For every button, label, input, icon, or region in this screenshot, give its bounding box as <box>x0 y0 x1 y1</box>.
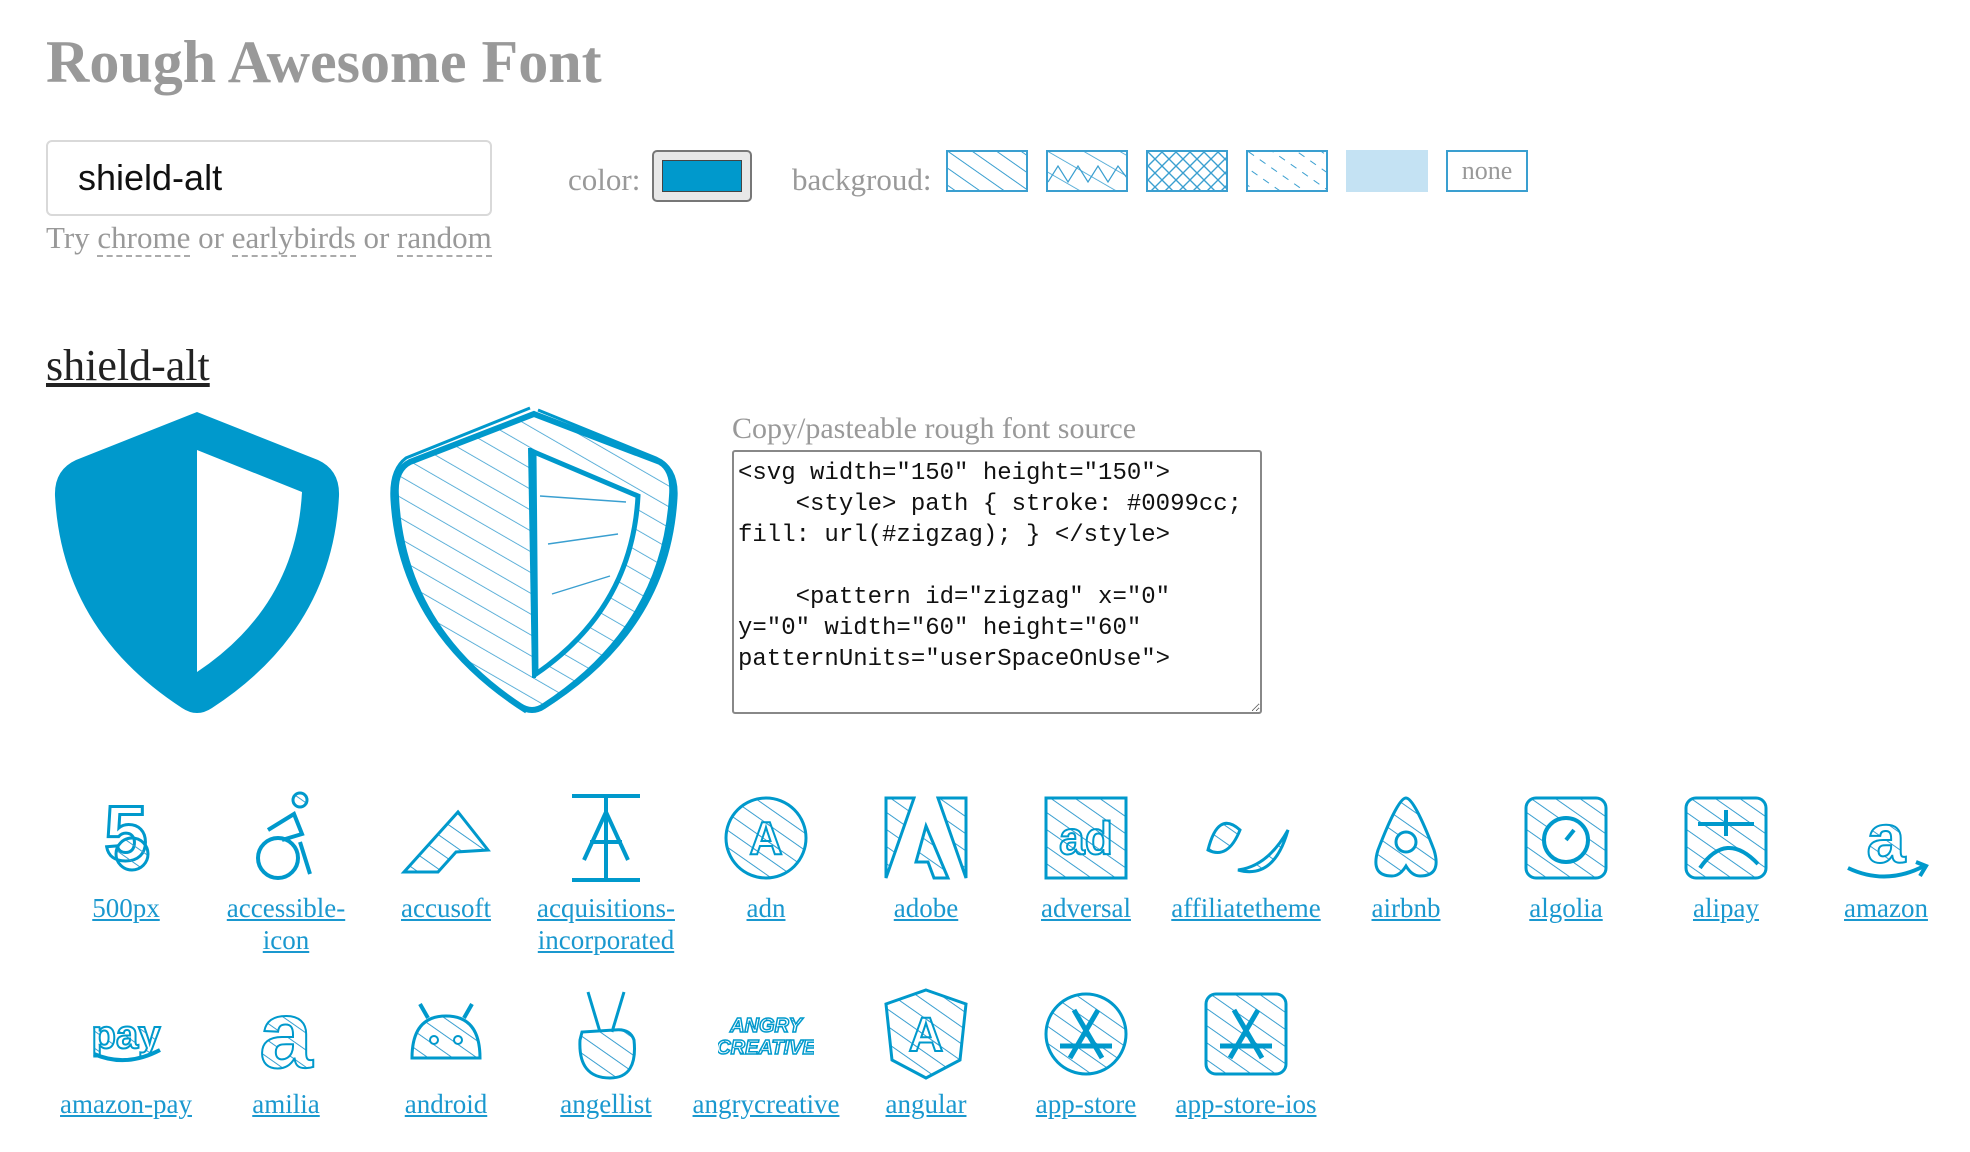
source-code-textarea[interactable]: <svg width="150" height="150"> <style> p… <box>732 450 1262 714</box>
app-store-ios-icon <box>1204 992 1288 1076</box>
svg-text:ad: ad <box>1059 812 1113 864</box>
icon-item-adn[interactable]: Aadn <box>686 790 846 924</box>
icon-label: accusoft <box>401 893 491 923</box>
hint-link-random[interactable]: random <box>397 220 492 257</box>
background-option-hachure[interactable] <box>946 150 1028 192</box>
icon-item-app-store-ios[interactable]: app-store-ios <box>1166 986 1326 1120</box>
source-label: Copy/pasteable rough font source <box>732 412 1137 445</box>
icon-label: angular <box>885 1089 967 1119</box>
icon-item-adversal[interactable]: ad adversal <box>1006 790 1166 924</box>
accusoft-icon <box>400 809 491 874</box>
icon-label: adn <box>746 893 786 923</box>
icon-label: adobe <box>893 893 959 923</box>
icon-label: acquisitions-incorporated <box>537 893 675 955</box>
android-icon <box>410 1003 482 1060</box>
icon-label: affiliatetheme <box>1171 893 1321 923</box>
icon-label: accessible-icon <box>226 893 346 955</box>
accessible-icon <box>256 791 312 880</box>
icon-item-app-store[interactable]: app-store <box>1006 986 1166 1120</box>
acquisitions-incorporated-icon <box>572 794 640 882</box>
background-option-cross-hatch[interactable] <box>1146 150 1228 192</box>
icon-label: amazon <box>1844 893 1928 923</box>
icon-item-amilia[interactable]: a amilia <box>206 986 366 1120</box>
icon-item-algolia[interactable]: algolia <box>1486 790 1646 924</box>
icon-label: adversal <box>1041 893 1131 923</box>
icon-label: app-store <box>1035 1089 1137 1119</box>
icon-item-angular[interactable]: Aangular <box>846 986 1006 1120</box>
amilia-icon: a <box>258 986 314 1082</box>
icon-label: angellist <box>560 1089 652 1119</box>
adobe-icon <box>884 796 968 880</box>
algolia-icon <box>1524 796 1608 880</box>
shield-alt-rough-icon <box>390 406 678 714</box>
angellist-icon <box>578 991 636 1080</box>
icon-label: 500px <box>92 893 160 923</box>
icon-item-angellist[interactable]: angellist <box>526 986 686 1120</box>
background-option-none[interactable]: none <box>1446 150 1528 192</box>
page-title: Rough Awesome Font <box>46 29 602 95</box>
icon-label: airbnb <box>1371 893 1441 923</box>
search-hint: Try chrome or earlybirds or random <box>46 220 492 257</box>
background-option-zigzag[interactable] <box>1046 150 1128 192</box>
icon-label: alipay <box>1693 893 1759 923</box>
background-option-solid[interactable] <box>1346 150 1428 192</box>
current-icon-name[interactable]: shield-alt <box>46 338 210 394</box>
icon-item-alipay[interactable]: alipay <box>1646 790 1806 924</box>
hint-link-earlybirds[interactable]: earlybirds <box>231 220 356 257</box>
affiliatetheme-icon <box>1206 821 1290 873</box>
icon-label: angrycreative <box>692 1089 840 1119</box>
background-label: backgroud: <box>792 162 932 197</box>
angular-icon: A <box>884 988 968 1080</box>
icon-item-500px[interactable]: 5 500px <box>46 790 206 924</box>
icon-label: amilia <box>252 1089 320 1119</box>
svg-text:pay: pay <box>92 1013 162 1057</box>
amazon-icon: a <box>1847 799 1929 879</box>
app-store-icon <box>1044 992 1128 1076</box>
icon-item-airbnb[interactable]: airbnb <box>1326 790 1486 924</box>
icon-label: algolia <box>1529 893 1603 923</box>
hint-link-chrome[interactable]: chrome <box>97 220 191 257</box>
color-swatch <box>662 160 742 192</box>
icon-item-android[interactable]: android <box>366 986 526 1120</box>
alipay-icon <box>1684 796 1768 880</box>
amazon-pay-icon: pay <box>91 1012 162 1063</box>
angrycreative-icon: ANGRYCREATIVE <box>718 1014 814 1060</box>
airbnb-icon <box>1374 796 1438 878</box>
icon-label: amazon-pay <box>60 1089 192 1119</box>
icon-item-amazon-pay[interactable]: pay amazon-pay <box>46 986 206 1120</box>
icon-item-acquisitions-incorporated[interactable]: acquisitions-incorporated <box>526 790 686 956</box>
icon-search-input[interactable] <box>46 140 492 216</box>
background-option-dashed[interactable] <box>1246 150 1328 192</box>
svg-text:A: A <box>909 1009 944 1062</box>
icon-item-accessible-icon[interactable]: accessible-icon <box>206 790 366 956</box>
svg-text:ANGRY: ANGRY <box>729 1015 804 1037</box>
icon-item-adobe[interactable]: adobe <box>846 790 1006 924</box>
adn-icon: A <box>724 796 808 880</box>
icon-item-amazon[interactable]: a amazon <box>1806 790 1966 924</box>
icon-item-accusoft[interactable]: accusoft <box>366 790 526 924</box>
icon-item-affiliatetheme[interactable]: affiliatetheme <box>1166 790 1326 924</box>
icon-label: app-store-ios <box>1175 1089 1317 1119</box>
svg-text:A: A <box>749 812 782 864</box>
adversal-icon: ad <box>1044 796 1128 880</box>
icon-item-angrycreative[interactable]: ANGRY CREATIVE angrycreative <box>686 986 846 1120</box>
color-label: color: <box>568 162 641 197</box>
500px-icon: 5 <box>103 790 150 879</box>
icon-label: android <box>404 1089 488 1119</box>
color-picker[interactable] <box>652 150 752 202</box>
svg-text:a: a <box>259 986 313 1082</box>
svg-text:CREATIVE: CREATIVE <box>718 1037 814 1059</box>
svg-text:a: a <box>1867 800 1907 878</box>
shield-alt-solid-icon <box>54 412 340 713</box>
